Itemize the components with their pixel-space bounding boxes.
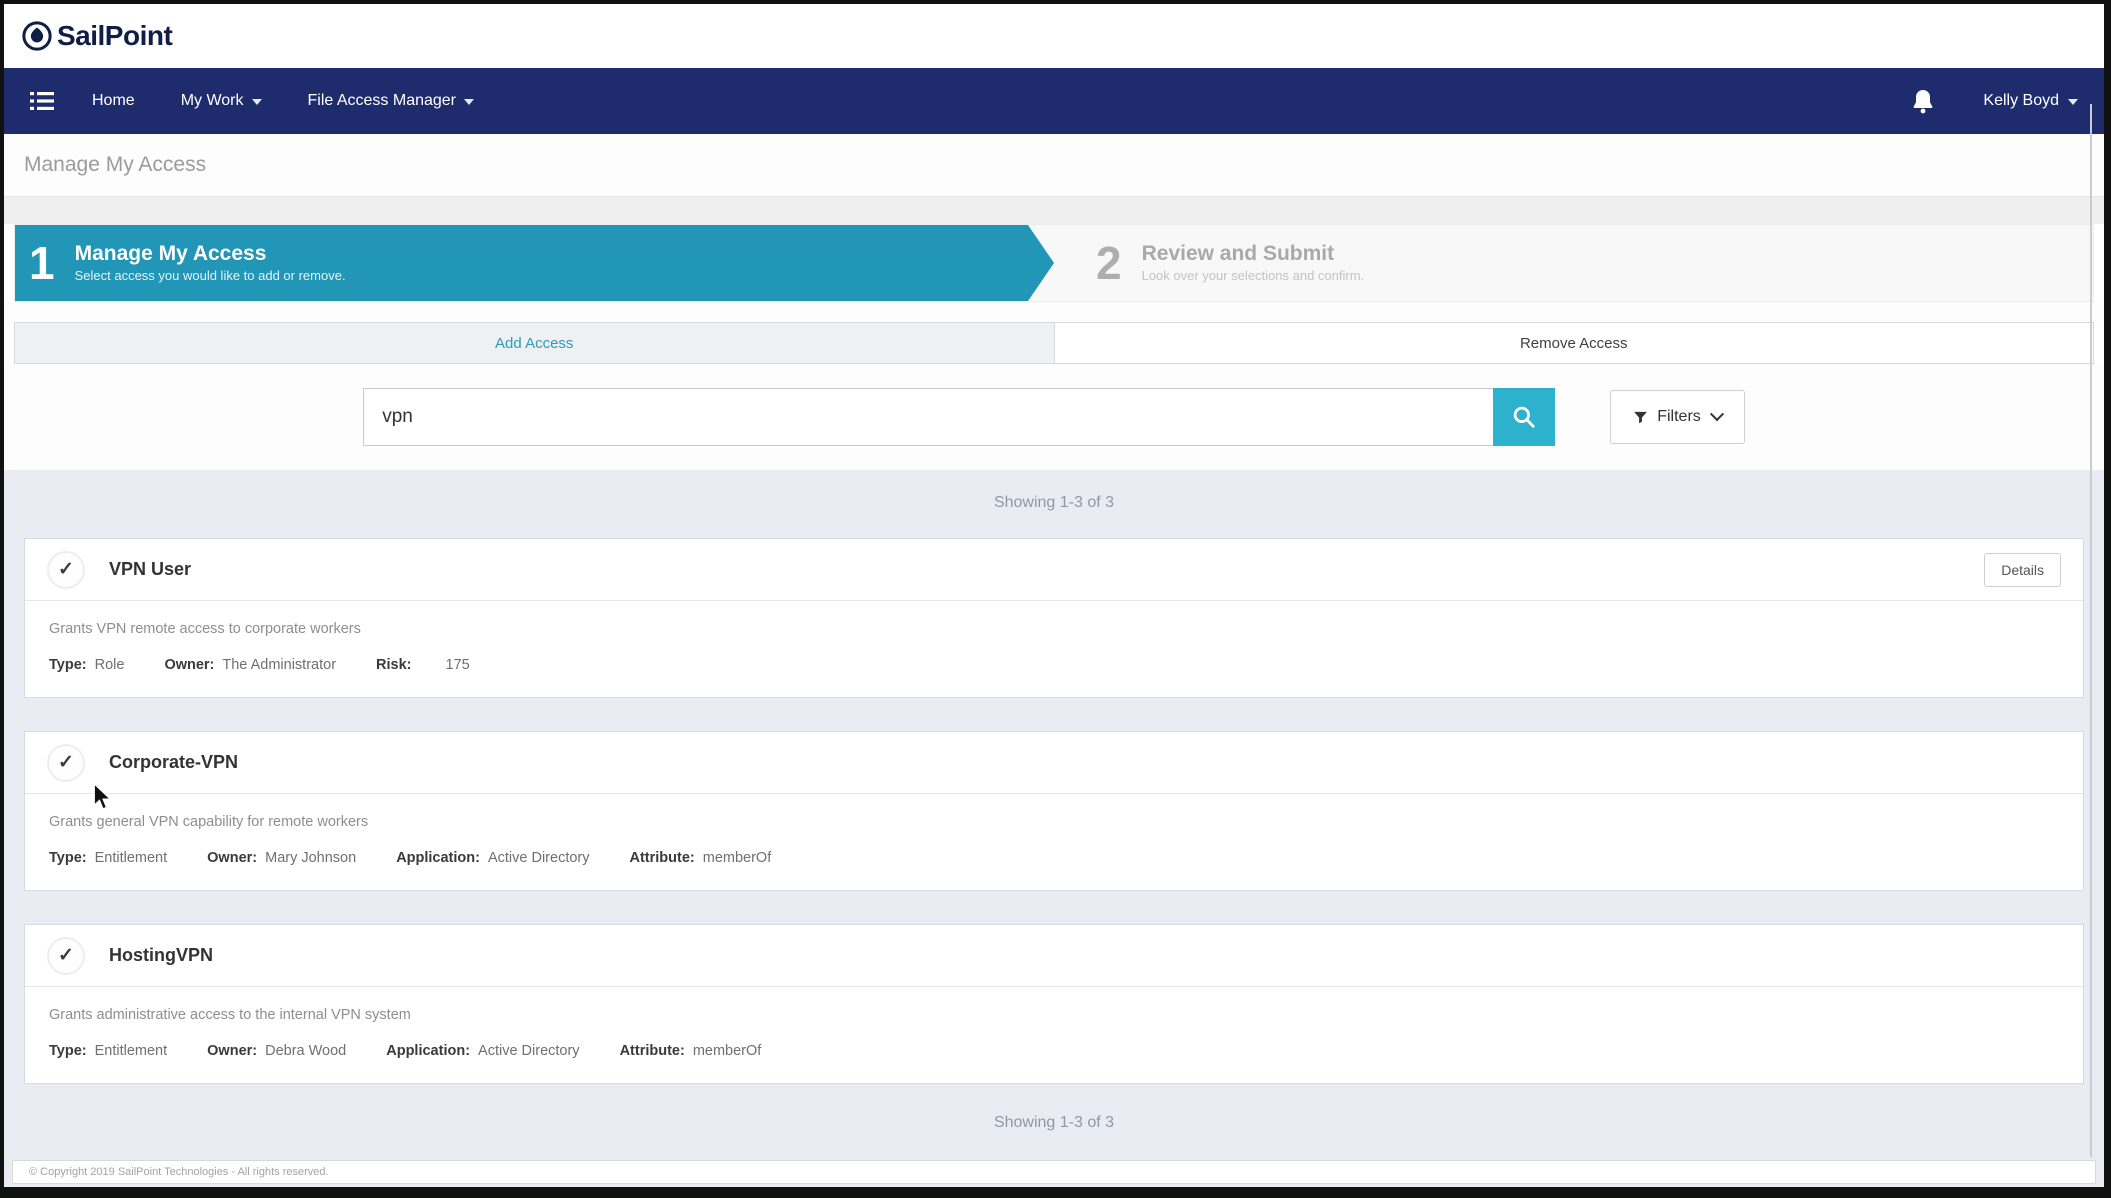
chevron-down-icon bbox=[1710, 407, 1724, 421]
step-1-subtitle: Select access you would like to add or r… bbox=[75, 268, 346, 285]
chevron-down-icon bbox=[464, 99, 474, 105]
spacer bbox=[4, 302, 2104, 322]
meta-type: Type: Entitlement bbox=[49, 1043, 167, 1059]
filters-label: Filters bbox=[1657, 408, 1701, 426]
scrollbar-track-line[interactable] bbox=[2090, 104, 2092, 1157]
access-name: VPN User bbox=[109, 559, 191, 580]
meta-attribute: Attribute: memberOf bbox=[620, 1043, 762, 1059]
access-meta-row: Type: Entitlement Owner: Mary Johnson Ap… bbox=[49, 850, 2059, 866]
meta-type: Type: Role bbox=[49, 657, 124, 673]
search-section: Filters bbox=[4, 364, 2104, 470]
wizard-step-1-active[interactable]: 1 Manage My Access Select access you wou… bbox=[15, 225, 1054, 301]
access-card-corporate-vpn: ✓ Corporate-VPN Grants general VPN capab… bbox=[24, 731, 2084, 891]
step-2-subtitle: Look over your selections and confirm. bbox=[1142, 268, 1365, 285]
nav-item-my-work[interactable]: My Work bbox=[181, 92, 262, 110]
card-header: ✓ Corporate-VPN bbox=[25, 732, 2083, 794]
meta-type: Type: Entitlement bbox=[49, 850, 167, 866]
meta-risk: Risk: 175 bbox=[376, 657, 470, 673]
access-card-hostingvpn: ✓ HostingVPN Grants administrative acces… bbox=[24, 924, 2084, 1084]
sailpoint-logo: SailPoint bbox=[22, 20, 172, 52]
filters-button[interactable]: Filters bbox=[1610, 390, 1745, 444]
page-title-row: Manage My Access bbox=[4, 134, 2104, 196]
logo-header: SailPoint bbox=[4, 4, 2104, 68]
access-name: HostingVPN bbox=[109, 945, 213, 966]
filter-funnel-icon bbox=[1633, 410, 1648, 425]
user-menu[interactable]: Kelly Boyd bbox=[1983, 92, 2078, 110]
card-header: ✓ VPN User Details bbox=[25, 539, 2083, 601]
tab-remove-access[interactable]: Remove Access bbox=[1055, 323, 2094, 363]
nav-item-file-access-manager[interactable]: File Access Manager bbox=[308, 92, 475, 110]
meta-application: Application: Active Directory bbox=[386, 1043, 579, 1059]
main-navbar: Home My Work File Access Manager Kelly B… bbox=[4, 68, 2104, 134]
notifications-bell-icon[interactable] bbox=[1911, 88, 1935, 114]
search-input[interactable] bbox=[363, 388, 1493, 446]
access-checkbox-checked[interactable]: ✓ bbox=[47, 744, 85, 782]
meta-owner: Owner: The Administrator bbox=[164, 657, 336, 673]
tab-add-access-label: Add Access bbox=[495, 335, 573, 352]
meta-application: Application: Active Directory bbox=[396, 850, 589, 866]
step-2-title: Review and Submit bbox=[1142, 241, 1365, 267]
access-meta-row: Type: Entitlement Owner: Debra Wood Appl… bbox=[49, 1043, 2059, 1059]
tab-remove-access-label: Remove Access bbox=[1520, 335, 1628, 352]
access-description: Grants general VPN capability for remote… bbox=[49, 814, 2059, 830]
nav-right: Kelly Boyd bbox=[1911, 88, 2078, 114]
search-button[interactable] bbox=[1493, 388, 1555, 446]
access-tabs: Add Access Remove Access bbox=[14, 322, 2094, 364]
access-description: Grants VPN remote access to corporate wo… bbox=[49, 621, 2059, 637]
search-icon bbox=[1511, 404, 1537, 430]
nav-item-home[interactable]: Home bbox=[92, 92, 135, 110]
meta-owner: Owner: Debra Wood bbox=[207, 1043, 346, 1059]
app-window: SailPoint Home My Work File Access Manag… bbox=[0, 0, 2111, 1198]
card-body: Grants general VPN capability for remote… bbox=[25, 794, 2083, 890]
results-count-bottom: Showing 1-3 of 3 bbox=[4, 1114, 2104, 1132]
wizard-steps: 1 Manage My Access Select access you wou… bbox=[14, 224, 2094, 302]
nav-item-home-label: Home bbox=[92, 92, 135, 110]
results-count-top: Showing 1-3 of 3 bbox=[4, 494, 2104, 512]
step-1-number: 1 bbox=[29, 240, 55, 286]
chevron-down-icon bbox=[2068, 99, 2078, 105]
nav-items: Home My Work File Access Manager bbox=[92, 92, 474, 110]
access-checkbox-checked[interactable]: ✓ bbox=[47, 551, 85, 589]
chevron-down-icon bbox=[252, 99, 262, 105]
wizard-step-2[interactable]: 2 Review and Submit Look over your selec… bbox=[1054, 225, 2093, 301]
sailpoint-logo-text: SailPoint bbox=[57, 20, 172, 52]
access-checkbox-checked[interactable]: ✓ bbox=[47, 937, 85, 975]
user-name: Kelly Boyd bbox=[1983, 92, 2059, 110]
nav-item-fam-label: File Access Manager bbox=[308, 92, 457, 110]
card-header: ✓ HostingVPN bbox=[25, 925, 2083, 987]
copyright-text: © Copyright 2019 SailPoint Technologies … bbox=[29, 1166, 329, 1178]
results-section: Showing 1-3 of 3 ✓ VPN User Details Gran… bbox=[4, 470, 2104, 1187]
tab-add-access[interactable]: Add Access bbox=[15, 323, 1055, 363]
page-title: Manage My Access bbox=[24, 153, 206, 177]
access-card-vpn-user: ✓ VPN User Details Grants VPN remote acc… bbox=[24, 538, 2084, 698]
step-2-number: 2 bbox=[1096, 240, 1122, 286]
nav-item-my-work-label: My Work bbox=[181, 92, 244, 110]
checkmark-icon: ✓ bbox=[58, 560, 74, 579]
card-body: Grants administrative access to the inte… bbox=[25, 987, 2083, 1083]
meta-attribute: Attribute: memberOf bbox=[630, 850, 772, 866]
card-body: Grants VPN remote access to corporate wo… bbox=[25, 601, 2083, 697]
divider-strip bbox=[4, 196, 2104, 224]
list-menu-icon[interactable] bbox=[30, 91, 54, 111]
details-button[interactable]: Details bbox=[1984, 553, 2061, 587]
checkmark-icon: ✓ bbox=[58, 946, 74, 965]
access-description: Grants administrative access to the inte… bbox=[49, 1007, 2059, 1023]
footer-bar: © Copyright 2019 SailPoint Technologies … bbox=[12, 1160, 2096, 1184]
access-name: Corporate-VPN bbox=[109, 752, 238, 773]
checkmark-icon: ✓ bbox=[58, 753, 74, 772]
step-1-title: Manage My Access bbox=[75, 241, 346, 267]
meta-owner: Owner: Mary Johnson bbox=[207, 850, 356, 866]
access-meta-row: Type: Role Owner: The Administrator Risk… bbox=[49, 657, 2059, 673]
sailpoint-logo-icon bbox=[22, 21, 52, 51]
